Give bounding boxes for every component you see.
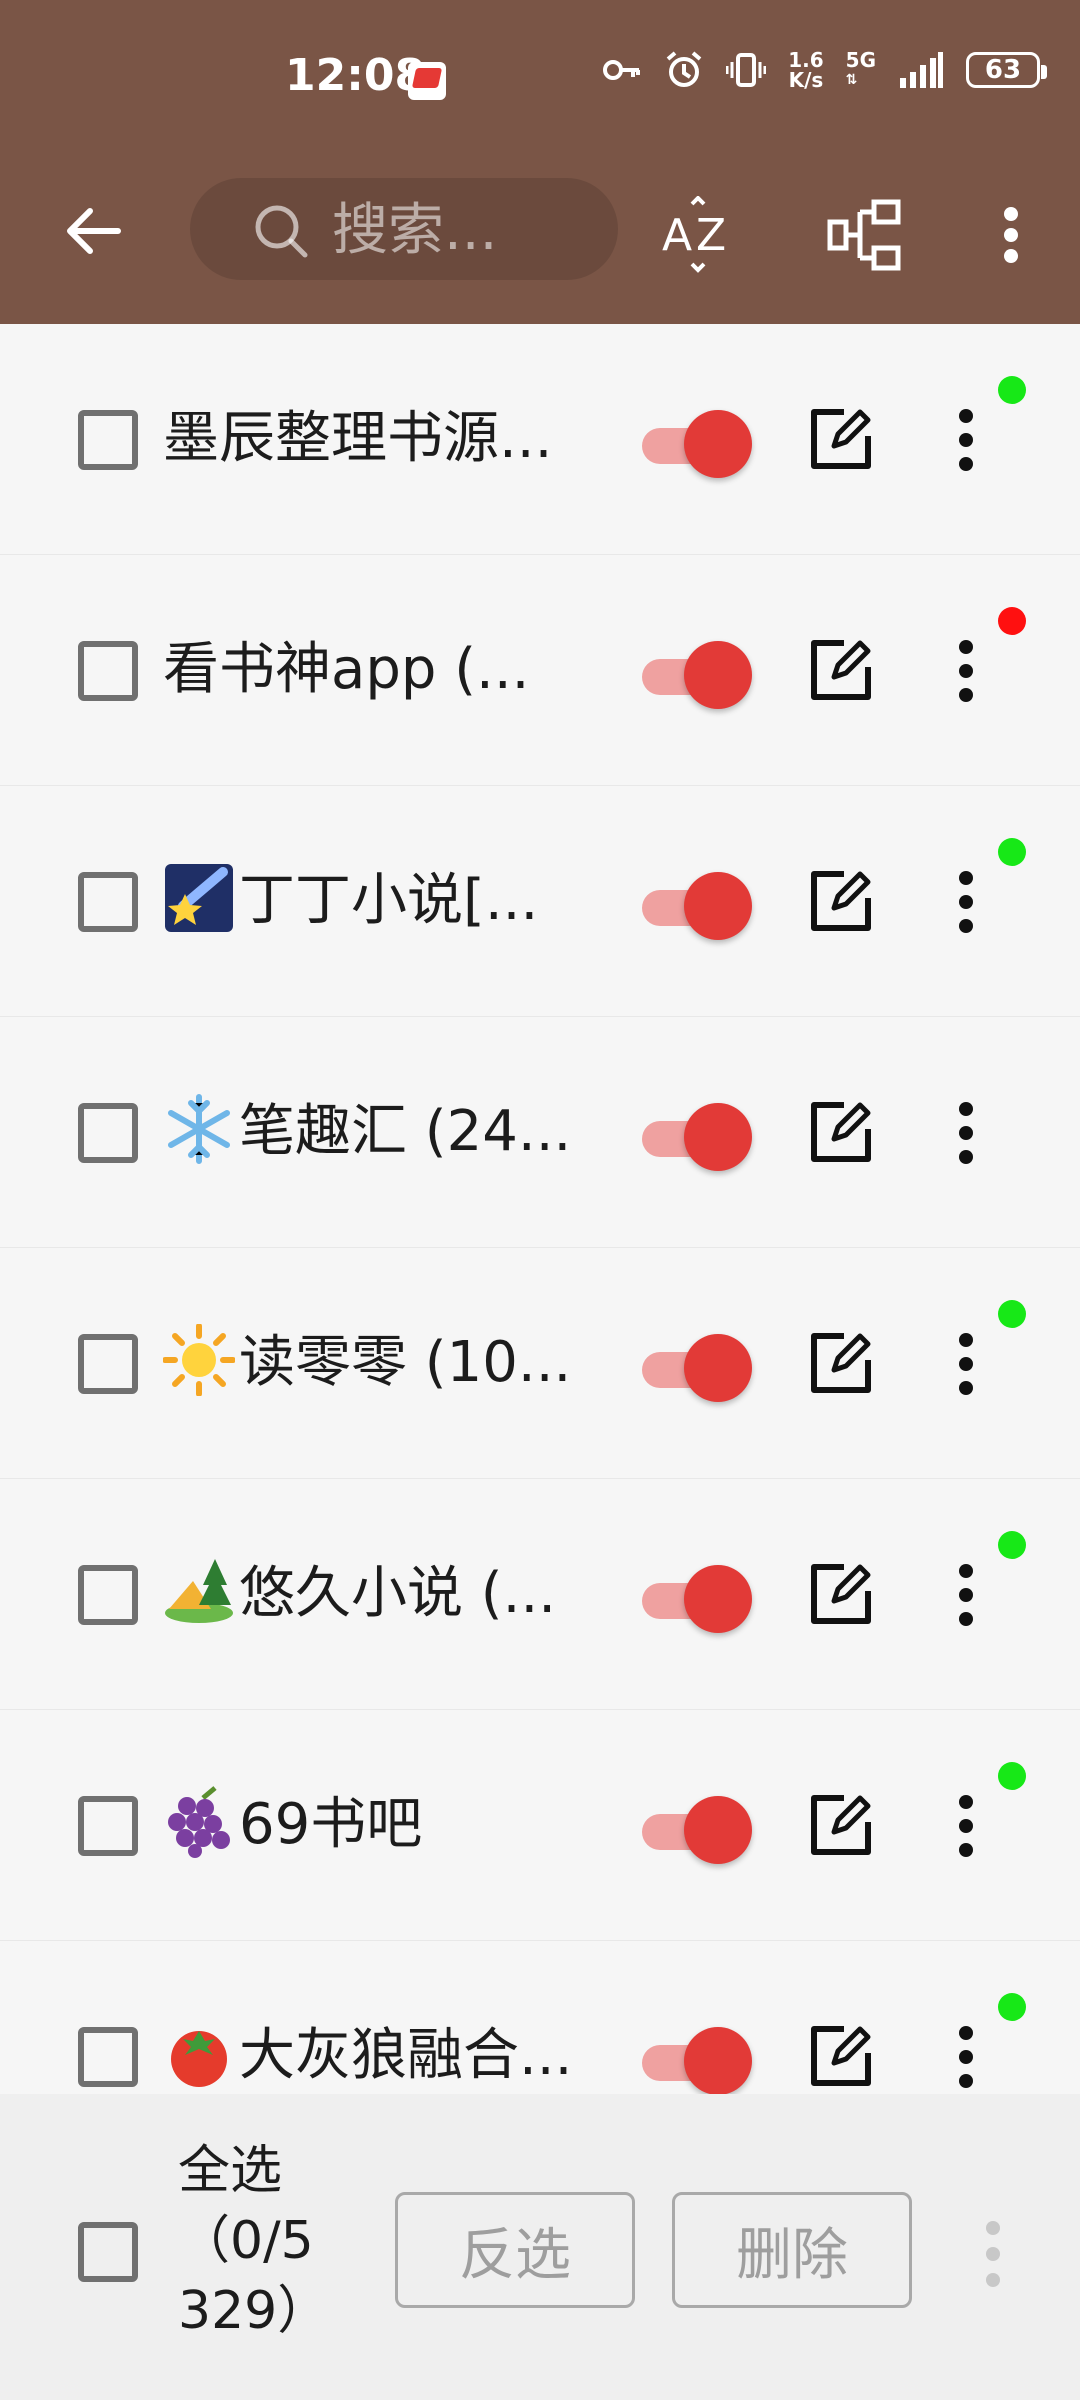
vibrate-icon — [726, 53, 767, 87]
battery-level: 63 — [984, 55, 1022, 85]
svg-text:A: A — [662, 210, 692, 261]
snowflake-icon — [168, 1093, 230, 1164]
item-name: 69书吧 — [163, 1780, 593, 1870]
item-more-icon[interactable] — [936, 866, 996, 938]
select-all-label[interactable]: 全选 （0/5 329） — [178, 2136, 358, 2346]
more-vert-icon[interactable] — [972, 196, 1050, 274]
edit-icon[interactable] — [808, 1792, 874, 1858]
item-more-icon[interactable] — [936, 1097, 996, 1169]
edit-icon[interactable] — [808, 2023, 874, 2089]
network-type: 5G ⇅ — [846, 50, 876, 90]
selection-more-icon[interactable] — [966, 2214, 1020, 2294]
item-checkbox[interactable] — [78, 641, 138, 701]
selection-bar: 全选 （0/5 329） 反选 删除 — [0, 2094, 1080, 2400]
sun-icon — [163, 1323, 235, 1396]
search-icon — [255, 205, 308, 258]
item-more-icon[interactable] — [936, 1328, 996, 1400]
app-bar: 12:08 1.6 K/s 5G ⇅ 63 AZ — [0, 0, 1080, 324]
item-name: 读零零 (10... — [163, 1318, 593, 1408]
item-name: 墨辰整理书源... — [163, 406, 553, 471]
item-checkbox[interactable] — [78, 1796, 138, 1856]
status-bar: 12:08 1.6 K/s 5G ⇅ 63 — [0, 0, 1080, 160]
enable-switch[interactable] — [640, 2025, 752, 2097]
back-arrow-icon[interactable] — [58, 196, 128, 266]
item-more-icon[interactable] — [936, 635, 996, 707]
item-checkbox[interactable] — [78, 410, 138, 470]
delete-button[interactable]: 删除 — [672, 2192, 912, 2308]
edit-icon[interactable] — [808, 1561, 874, 1627]
list-item[interactable]: 看书神app (... — [0, 555, 1080, 786]
search-input[interactable] — [330, 198, 594, 262]
list-item[interactable]: 笔趣汇 (24... — [0, 1017, 1080, 1248]
enable-switch[interactable] — [640, 1332, 752, 1404]
edit-icon[interactable] — [808, 406, 874, 472]
camping-icon — [165, 1558, 233, 1623]
enable-switch[interactable] — [640, 1563, 752, 1635]
edit-icon[interactable] — [808, 868, 874, 934]
status-time: 12:08 — [285, 50, 426, 101]
item-checkbox[interactable] — [78, 1565, 138, 1625]
enable-switch[interactable] — [640, 1794, 752, 1866]
list-item[interactable]: 墨辰整理书源... — [0, 324, 1080, 555]
status-dot — [998, 1531, 1026, 1559]
item-more-icon[interactable] — [936, 1790, 996, 1862]
status-dot — [998, 1762, 1026, 1790]
list-item[interactable]: 读零零 (10... — [0, 1248, 1080, 1479]
item-name: 看书神app (... — [163, 637, 530, 702]
edit-icon[interactable] — [808, 637, 874, 703]
network-label: 5G — [845, 48, 876, 72]
item-checkbox[interactable] — [78, 2027, 138, 2087]
enable-switch[interactable] — [640, 870, 752, 942]
sort-az-icon[interactable]: AZ — [660, 196, 738, 274]
net-speed: 1.6 K/s — [788, 50, 823, 90]
enable-switch[interactable] — [640, 408, 752, 480]
item-checkbox[interactable] — [78, 872, 138, 932]
book-source-list: 墨辰整理书源... 看书神app (... 丁丁小说[... 笔趣汇 (24..… — [0, 324, 1080, 2172]
signal-icon — [900, 52, 943, 88]
list-item[interactable]: 丁丁小说[... — [0, 786, 1080, 1017]
item-name: 大灰狼融合... — [163, 2011, 593, 2101]
item-name: 丁丁小说[... — [163, 856, 593, 946]
status-dot — [998, 607, 1026, 635]
list-item[interactable]: 悠久小说 (... — [0, 1479, 1080, 1710]
tomato-icon — [171, 2030, 227, 2087]
item-more-icon[interactable] — [936, 2021, 996, 2093]
toolbar: AZ — [0, 176, 1080, 286]
edit-icon[interactable] — [808, 1099, 874, 1165]
shooting-star-icon — [165, 863, 233, 932]
select-all-checkbox[interactable] — [78, 2222, 138, 2282]
search-box[interactable] — [190, 178, 618, 280]
alarm-icon — [666, 51, 702, 87]
key-icon — [603, 60, 641, 80]
group-icon[interactable] — [826, 196, 904, 274]
enable-switch[interactable] — [640, 1101, 752, 1173]
svg-text:Z: Z — [696, 210, 726, 261]
item-more-icon[interactable] — [936, 404, 996, 476]
battery-icon: 63 — [966, 52, 1047, 88]
status-icons: 1.6 K/s 5G ⇅ 63 — [602, 50, 1047, 90]
item-checkbox[interactable] — [78, 1334, 138, 1394]
enable-switch[interactable] — [640, 639, 752, 711]
item-checkbox[interactable] — [78, 1103, 138, 1163]
net-speed-value: 1.6 — [788, 48, 824, 72]
data-arrows-icon: ⇅ — [845, 72, 858, 88]
edit-icon[interactable] — [808, 1330, 874, 1396]
item-name: 悠久小说 (... — [163, 1549, 593, 1639]
item-name: 笔趣汇 (24... — [163, 1087, 593, 1177]
notification-app-icon — [408, 62, 446, 100]
status-dot — [998, 376, 1026, 404]
invert-selection-button[interactable]: 反选 — [395, 2192, 635, 2308]
status-dot — [998, 1993, 1026, 2021]
grapes-icon — [168, 1785, 230, 1858]
status-dot — [998, 1300, 1026, 1328]
net-speed-unit: K/s — [788, 68, 824, 92]
item-more-icon[interactable] — [936, 1559, 996, 1631]
status-dot — [998, 838, 1026, 866]
list-item[interactable]: 69书吧 — [0, 1710, 1080, 1941]
